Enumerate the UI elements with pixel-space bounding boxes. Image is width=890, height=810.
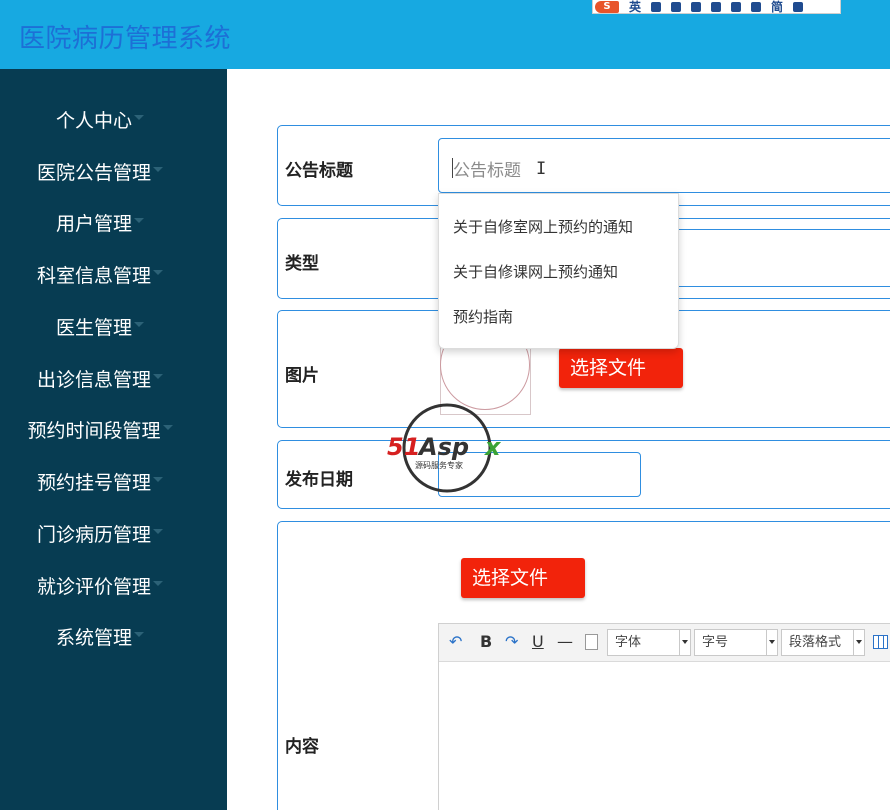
ime-simplified-toggle[interactable]: 简 — [771, 1, 783, 13]
chevron-down-icon — [153, 581, 163, 586]
sidebar-item-time-slots[interactable]: 预约时间段管理 — [0, 416, 200, 443]
sidebar-item-departments[interactable]: 科室信息管理 — [0, 261, 200, 288]
sidebar-item-label: 系统管理 — [55, 627, 132, 649]
ime-emoji-icon[interactable] — [671, 1, 682, 12]
title-placeholder: 公告标题 — [453, 161, 521, 181]
ime-mic-icon[interactable] — [691, 1, 702, 12]
content-label: 内容 — [285, 737, 319, 757]
ime-punct-icon[interactable] — [651, 1, 662, 12]
sidebar-item-label: 门诊病历管理 — [36, 524, 151, 546]
chevron-down-icon — [134, 322, 144, 327]
date-label: 发布日期 — [285, 470, 353, 490]
chevron-down-icon — [679, 630, 690, 655]
sidebar-item-label: 科室信息管理 — [36, 265, 151, 287]
autocomplete-option[interactable]: 关于自修室网上预约的通知 — [453, 216, 633, 237]
sidebar-item-label: 预约挂号管理 — [36, 472, 151, 494]
sidebar-item-appointments[interactable]: 预约挂号管理 — [0, 468, 200, 495]
font-family-select[interactable]: 字体 — [607, 629, 691, 656]
sidebar-item-label: 个人中心 — [55, 110, 132, 132]
chevron-down-icon — [153, 529, 163, 534]
image-upload-button[interactable]: 选择文件 — [559, 348, 683, 388]
title-autocomplete-dropdown: 关于自修室网上预约的通知 关于自修课网上预约通知 预约指南 — [438, 193, 679, 349]
paragraph-format-select[interactable]: 段落格式 — [781, 629, 865, 656]
chevron-down-icon — [162, 425, 173, 430]
sidebar-item-medical-records[interactable]: 门诊病历管理 — [0, 520, 200, 547]
chevron-down-icon — [134, 218, 144, 223]
sidebar-item-doctors[interactable]: 医生管理 — [0, 313, 200, 340]
document-icon[interactable] — [585, 634, 598, 650]
sidebar-item-label: 出诊信息管理 — [36, 369, 151, 391]
bold-button[interactable]: B — [480, 632, 492, 651]
ime-user-icon[interactable] — [731, 1, 742, 12]
sidebar-item-system[interactable]: 系统管理 — [0, 623, 200, 650]
sidebar-item-label: 预约时间段管理 — [27, 420, 161, 442]
title-input[interactable]: 公告标题 I — [438, 138, 890, 193]
sidebar-item-users[interactable]: 用户管理 — [0, 209, 200, 236]
ime-menu-icon[interactable] — [793, 1, 804, 12]
font-family-value: 字体 — [615, 635, 642, 650]
autocomplete-option[interactable]: 预约指南 — [453, 306, 513, 327]
ime-skin-icon[interactable] — [751, 1, 762, 12]
svg-text:Asp: Asp — [417, 433, 469, 461]
chevron-down-icon — [853, 630, 864, 655]
sidebar-nav: 个人中心 医院公告管理 用户管理 科室信息管理 医生管理 出诊信息管理 预约时间… — [0, 69, 227, 810]
watermark-logo: 51 Asp x 源码服务专家 — [385, 402, 511, 494]
app-title: 医院病历管理系统 — [19, 24, 232, 54]
paragraph-format-value: 段落格式 — [789, 635, 842, 650]
ime-toolbar[interactable]: S 英 简 — [592, 0, 841, 14]
font-size-value: 字号 — [702, 635, 729, 650]
type-label: 类型 — [285, 254, 319, 274]
content-upload-button[interactable]: 选择文件 — [461, 558, 585, 598]
redo-icon[interactable]: ↷ — [505, 632, 518, 651]
horizontal-rule-button[interactable]: — — [557, 632, 573, 651]
sidebar-item-announcements[interactable]: 医院公告管理 — [0, 158, 200, 185]
watermark-logo-icon: 51 Asp x 源码服务专家 — [387, 403, 502, 493]
chevron-down-icon — [153, 477, 163, 482]
svg-text:x: x — [484, 433, 502, 461]
sidebar-item-label: 医生管理 — [55, 317, 132, 339]
sidebar-item-label: 用户管理 — [55, 213, 132, 235]
table-icon[interactable] — [873, 635, 888, 649]
rich-text-editor[interactable]: ↶ B ↷ U — 字体 字号 段落格式 — [438, 623, 890, 810]
chevron-down-icon — [153, 374, 163, 379]
chevron-down-icon — [766, 630, 777, 655]
chevron-down-icon — [134, 632, 144, 637]
chevron-down-icon — [153, 270, 163, 275]
font-size-select[interactable]: 字号 — [694, 629, 778, 656]
chevron-down-icon — [134, 115, 144, 120]
underline-button[interactable]: U — [532, 632, 544, 651]
ime-language-toggle[interactable]: 英 — [629, 1, 641, 13]
svg-text:源码服务专家: 源码服务专家 — [415, 460, 463, 470]
sidebar-item-label: 医院公告管理 — [36, 162, 151, 184]
chevron-down-icon — [153, 167, 163, 172]
ime-keyboard-icon[interactable] — [711, 1, 722, 12]
undo-icon[interactable]: ↶ — [449, 632, 462, 651]
sidebar-item-label: 就诊评价管理 — [36, 576, 151, 598]
sidebar-item-personal-center[interactable]: 个人中心 — [0, 106, 200, 133]
image-label: 图片 — [285, 366, 319, 386]
title-label: 公告标题 — [285, 161, 353, 181]
svg-text:51: 51 — [387, 433, 420, 461]
sidebar-item-reviews[interactable]: 就诊评价管理 — [0, 572, 200, 599]
editor-toolbar: ↶ B ↷ U — 字体 字号 段落格式 — [439, 624, 890, 662]
ibeam-cursor-icon: I — [536, 159, 547, 179]
sidebar-item-clinic-schedule[interactable]: 出诊信息管理 — [0, 365, 200, 392]
autocomplete-option[interactable]: 关于自修课网上预约通知 — [453, 261, 618, 282]
ime-logo-icon: S — [595, 0, 619, 13]
